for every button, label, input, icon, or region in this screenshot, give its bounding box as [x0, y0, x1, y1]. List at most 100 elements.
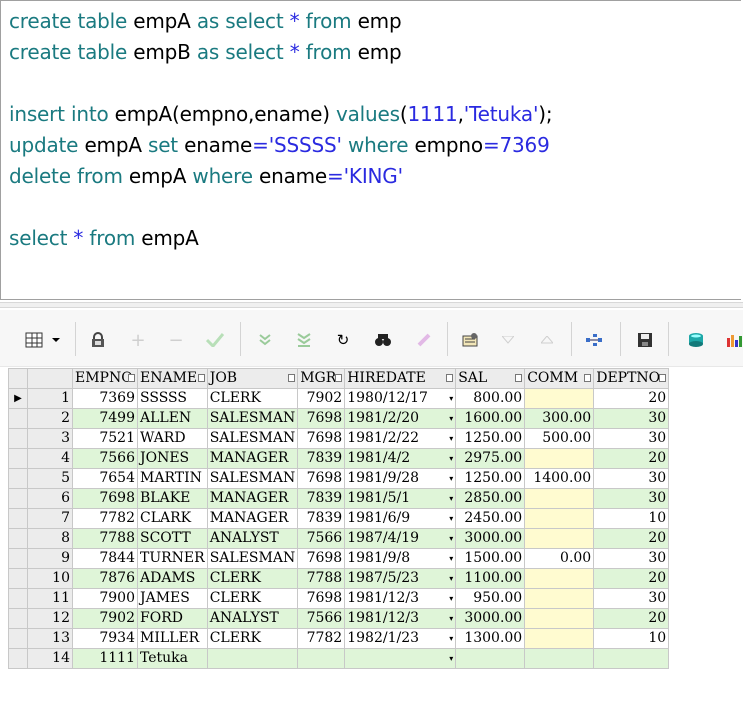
cell-job[interactable]: SALESMAN: [206, 428, 299, 449]
column-header-comm[interactable]: COMM: [524, 368, 595, 389]
cell-job[interactable]: ANALYST: [206, 608, 299, 629]
table-row[interactable]: 14 1111 Tetuka ▾: [8, 648, 670, 669]
cell-empno[interactable]: 7499: [72, 408, 138, 429]
table-row[interactable]: 4 7566 JONES MANAGER 7839 ▾ 1981/4/2 2975.00 20: [8, 448, 670, 469]
cell-job[interactable]: SALESMAN: [206, 468, 299, 489]
cell-hiredate[interactable]: ▾: [344, 648, 457, 669]
column-sort-icon[interactable]: [515, 374, 523, 382]
cell-ename[interactable]: TURNER: [137, 548, 208, 569]
table-row[interactable]: 13 7934 MILLER CLERK 7782 ▾ 1982/1/23 1300.00 10: [8, 628, 670, 649]
cell-hiredate[interactable]: ▾ 1981/12/3: [344, 588, 457, 609]
cell-deptno[interactable]: 20: [593, 388, 670, 409]
cell-comm[interactable]: [524, 388, 595, 409]
post-changes-icon[interactable]: [205, 330, 225, 350]
table-row[interactable]: 3 7521 WARD SALESMAN 7698 ▾ 1981/2/22 1250.00 50…: [8, 428, 670, 449]
cell-hiredate[interactable]: ▾ 1982/1/23: [344, 628, 457, 649]
cell-ename[interactable]: JAMES: [137, 588, 208, 609]
column-header-job[interactable]: JOB: [206, 368, 299, 389]
cell-deptno[interactable]: 30: [593, 548, 670, 569]
table-row[interactable]: 7 7782 CLARK MANAGER 7839 ▾ 1981/6/9 2450.00 10: [8, 508, 670, 529]
column-header-sal[interactable]: SAL: [455, 368, 526, 389]
cell-deptno[interactable]: [593, 648, 670, 669]
date-dropdown-icon[interactable]: ▾: [449, 590, 453, 608]
find-icon[interactable]: [373, 330, 393, 350]
cell-job[interactable]: MANAGER: [206, 488, 299, 509]
column-header-hiredate[interactable]: HIREDATE: [344, 368, 457, 389]
cell-comm[interactable]: 0.00: [524, 548, 595, 569]
date-dropdown-icon[interactable]: ▾: [449, 570, 453, 588]
cell-mgr[interactable]: 7698: [297, 428, 346, 449]
cell-sal[interactable]: 3000.00: [455, 528, 526, 549]
cell-job[interactable]: CLERK: [206, 588, 299, 609]
cell-ename[interactable]: SCOTT: [137, 528, 208, 549]
column-sort-icon[interactable]: [197, 374, 205, 382]
cell-comm[interactable]: 1400.00: [524, 468, 595, 489]
cell-empno[interactable]: 7782: [72, 508, 138, 529]
date-dropdown-icon[interactable]: ▾: [449, 390, 453, 408]
table-row[interactable]: 11 7900 JAMES CLERK 7698 ▾ 1981/12/3 950.00 30: [8, 588, 670, 609]
cell-mgr[interactable]: 7839: [297, 488, 346, 509]
cell-hiredate[interactable]: ▾ 1987/4/19: [344, 528, 457, 549]
cell-hiredate[interactable]: ▾ 1981/2/20: [344, 408, 457, 429]
clear-icon[interactable]: [414, 330, 434, 350]
cell-hiredate[interactable]: ▾ 1981/5/1: [344, 488, 457, 509]
cell-hiredate[interactable]: ▾ 1981/4/2: [344, 448, 457, 469]
cell-deptno[interactable]: 30: [593, 588, 670, 609]
refresh-icon[interactable]: ↻: [333, 330, 353, 350]
cell-job[interactable]: MANAGER: [206, 508, 299, 529]
cell-mgr[interactable]: 7566: [297, 608, 346, 629]
cell-mgr[interactable]: 7698: [297, 468, 346, 489]
table-row[interactable]: 8 7788 SCOTT ANALYST 7566 ▾ 1987/4/19 3000.00 20: [8, 528, 670, 549]
query-by-example-icon[interactable]: [460, 330, 480, 350]
cell-comm[interactable]: [524, 568, 595, 589]
table-row[interactable]: 6 7698 BLAKE MANAGER 7839 ▾ 1981/5/1 2850.00 30: [8, 488, 670, 509]
table-row[interactable]: ▶ 1 7369 SSSSS CLERK 7902 ▾ 1980/12/17 800.00 20: [8, 388, 670, 409]
next-record-icon[interactable]: [255, 330, 275, 350]
cell-mgr[interactable]: 7698: [297, 588, 346, 609]
pane-splitter[interactable]: [0, 302, 743, 308]
cell-hiredate[interactable]: ▾ 1981/2/22: [344, 428, 457, 449]
cell-hiredate[interactable]: ▾ 1981/9/8: [344, 548, 457, 569]
cell-mgr[interactable]: 7566: [297, 528, 346, 549]
cell-job[interactable]: SALESMAN: [206, 548, 299, 569]
cell-mgr[interactable]: 7782: [297, 628, 346, 649]
date-dropdown-icon[interactable]: ▾: [449, 650, 453, 668]
date-dropdown-icon[interactable]: ▾: [449, 490, 453, 508]
lock-icon[interactable]: [88, 330, 108, 350]
export-icon[interactable]: [686, 330, 706, 350]
cell-mgr[interactable]: 7839: [297, 508, 346, 529]
dropdown-arrow-icon[interactable]: [50, 330, 62, 350]
cell-sal[interactable]: 2975.00: [455, 448, 526, 469]
cell-deptno[interactable]: 30: [593, 428, 670, 449]
cell-deptno[interactable]: 20: [593, 608, 670, 629]
cell-deptno[interactable]: 20: [593, 568, 670, 589]
cell-ename[interactable]: CLARK: [137, 508, 208, 529]
cell-empno[interactable]: 7876: [72, 568, 138, 589]
cell-job[interactable]: ANALYST: [206, 528, 299, 549]
cell-deptno[interactable]: 20: [593, 448, 670, 469]
date-dropdown-icon[interactable]: ▾: [449, 470, 453, 488]
cell-sal[interactable]: 3000.00: [455, 608, 526, 629]
cell-job[interactable]: CLERK: [206, 628, 299, 649]
date-dropdown-icon[interactable]: ▾: [449, 630, 453, 648]
cell-mgr[interactable]: [297, 648, 346, 669]
cell-empno[interactable]: 7900: [72, 588, 138, 609]
cell-comm[interactable]: 300.00: [524, 408, 595, 429]
table-row[interactable]: 12 7902 FORD ANALYST 7566 ▾ 1981/12/3 3000.00 20: [8, 608, 670, 629]
cell-mgr[interactable]: 7902: [297, 388, 346, 409]
explain-plan-icon[interactable]: [584, 330, 604, 350]
grid-view-icon[interactable]: [24, 330, 44, 350]
cell-ename[interactable]: MILLER: [137, 628, 208, 649]
cell-sal[interactable]: 2850.00: [455, 488, 526, 509]
cell-sal[interactable]: 2450.00: [455, 508, 526, 529]
cell-mgr[interactable]: 7698: [297, 408, 346, 429]
cell-hiredate[interactable]: ▾ 1981/6/9: [344, 508, 457, 529]
cell-empno[interactable]: 7902: [72, 608, 138, 629]
cell-comm[interactable]: [524, 608, 595, 629]
cell-ename[interactable]: JONES: [137, 448, 208, 469]
column-sort-icon[interactable]: [659, 374, 667, 382]
date-dropdown-icon[interactable]: ▾: [449, 450, 453, 468]
cell-ename[interactable]: ADAMS: [137, 568, 208, 589]
cell-ename[interactable]: FORD: [137, 608, 208, 629]
date-dropdown-icon[interactable]: ▾: [449, 550, 453, 568]
